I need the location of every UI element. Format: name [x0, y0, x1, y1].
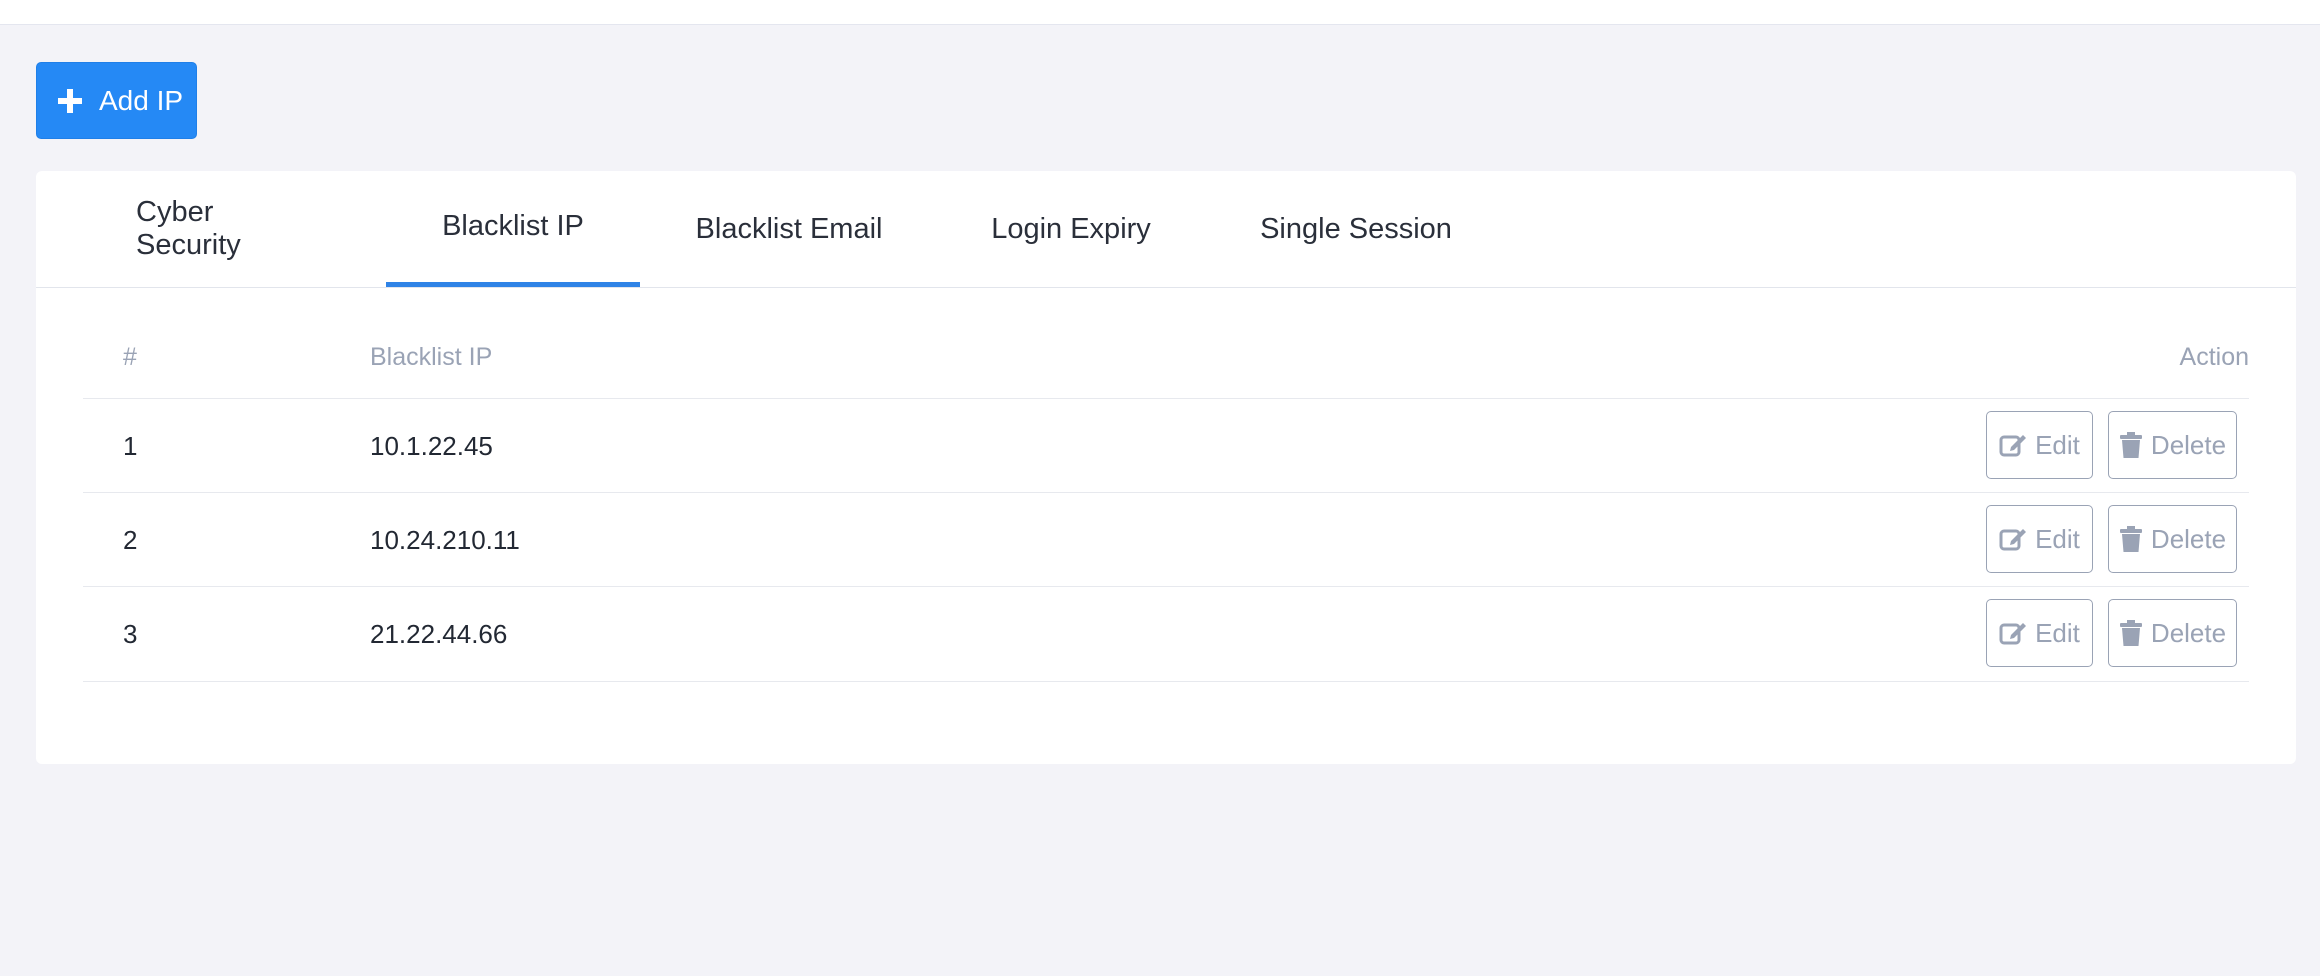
- table-row: 2 10.24.210.11 Edit Delete: [83, 492, 2249, 587]
- row-index: 1: [123, 430, 138, 461]
- row-index: 3: [123, 618, 138, 649]
- table-row: 3 21.22.44.66 Edit Delete: [83, 586, 2249, 682]
- header-action: Action: [2179, 343, 2249, 371]
- edit-button[interactable]: Edit: [1986, 505, 2093, 573]
- trash-icon: [2119, 432, 2142, 458]
- plus-icon: [58, 88, 82, 113]
- delete-button[interactable]: Delete: [2108, 599, 2237, 667]
- tab-blacklist-email[interactable]: Blacklist Email: [689, 171, 889, 287]
- delete-button[interactable]: Delete: [2108, 505, 2237, 573]
- edit-icon: [1999, 623, 2027, 645]
- edit-button[interactable]: Edit: [1986, 411, 2093, 479]
- edit-icon: [1999, 435, 2027, 457]
- row-ip: 21.22.44.66: [370, 618, 508, 649]
- delete-button[interactable]: Delete: [2108, 411, 2237, 479]
- edit-icon: [1999, 529, 2027, 551]
- row-index: 2: [123, 524, 138, 555]
- row-ip: 10.24.210.11: [370, 524, 520, 555]
- top-bar: [0, 0, 2320, 25]
- row-ip: 10.1.22.45: [370, 430, 493, 461]
- tab-login-expiry[interactable]: Login Expiry: [986, 171, 1156, 287]
- tab-cyber-security[interactable]: Cyber Security: [136, 171, 306, 287]
- add-ip-button[interactable]: Add IP: [36, 62, 197, 139]
- trash-icon: [2119, 620, 2142, 646]
- table-row: 1 10.1.22.45 Edit Delete: [83, 398, 2249, 493]
- header-blacklist-ip: Blacklist IP: [370, 343, 493, 371]
- tab-single-session[interactable]: Single Session: [1256, 171, 1456, 287]
- add-ip-label: Add IP: [99, 84, 184, 116]
- tab-blacklist-ip[interactable]: Blacklist IP: [386, 171, 640, 287]
- trash-icon: [2119, 526, 2142, 552]
- header-index: #: [123, 343, 137, 371]
- tab-bar: Cyber Security Blacklist IP Blacklist Em…: [36, 171, 2296, 288]
- edit-button[interactable]: Edit: [1986, 599, 2093, 667]
- settings-card: Cyber Security Blacklist IP Blacklist Em…: [36, 171, 2296, 764]
